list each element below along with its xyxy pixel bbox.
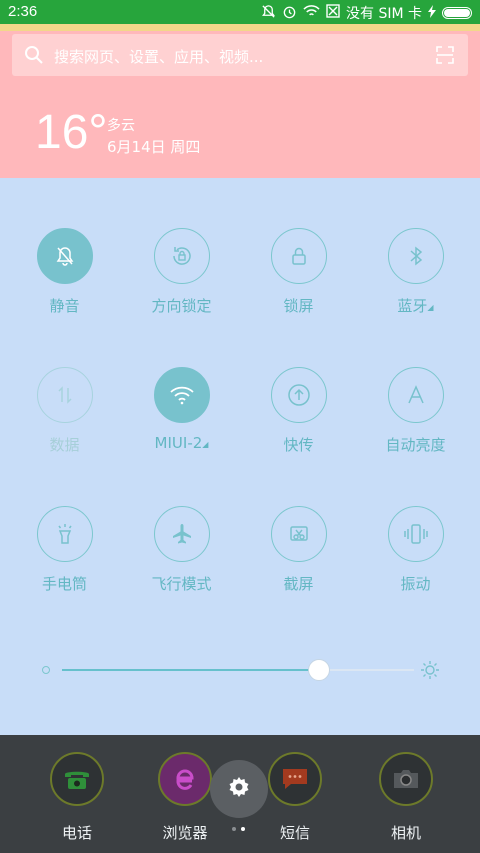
- upload-icon: [270, 367, 327, 423]
- rotation-lock-icon: [153, 228, 210, 284]
- wifi-icon: [303, 4, 320, 22]
- search-icon: [24, 45, 44, 69]
- sim-status-text: 没有 SIM 卡: [346, 6, 422, 22]
- notification-header: 搜索网页、设置、应用、视频... 16° 多云 6月14日 周四: [0, 31, 480, 178]
- toggle-label: 手电筒: [41, 575, 87, 593]
- dock-app-label: 浏览器: [162, 824, 208, 842]
- toggle-label: 静音: [49, 297, 80, 315]
- scan-icon[interactable]: [436, 46, 454, 68]
- dock-app-phone[interactable]: 电话: [27, 752, 127, 843]
- dock-app-label: 电话: [61, 824, 92, 842]
- brightness-slider-fill: [62, 669, 319, 671]
- toggle-label: 锁屏: [283, 297, 314, 315]
- airplane-icon: [153, 506, 210, 562]
- dock-app-label: 相机: [390, 824, 421, 842]
- brightness-low-icon: [42, 666, 50, 674]
- brightness-high-icon: [420, 660, 440, 684]
- toggle-airplane-mode[interactable]: 飞行模式: [123, 506, 240, 594]
- toggle-label: 方向锁定: [151, 297, 212, 315]
- dock-app-camera[interactable]: 相机: [356, 752, 456, 843]
- toggle-wifi[interactable]: MIUI-2◢: [123, 367, 240, 452]
- settings-button[interactable]: [210, 760, 268, 818]
- mute-bell-icon: [36, 228, 93, 284]
- vibrate-icon: [387, 506, 444, 562]
- sim-icon: [326, 4, 340, 22]
- toggle-flashlight[interactable]: 手电筒: [6, 506, 123, 594]
- page-indicator: [232, 827, 245, 831]
- toggle-label: 快传: [283, 436, 314, 454]
- toggle-label: 飞行模式: [151, 575, 212, 593]
- toggle-mute[interactable]: 静音: [6, 228, 123, 316]
- page-dot: [241, 827, 245, 831]
- toggle-label: 振动: [400, 575, 431, 593]
- toggle-lock-screen[interactable]: 锁屏: [240, 228, 357, 316]
- temperature[interactable]: 16°: [35, 105, 108, 160]
- auto-brightness-icon: [387, 367, 444, 423]
- toggle-label: 数据: [49, 436, 80, 454]
- lock-icon: [270, 228, 327, 284]
- flashlight-icon: [36, 506, 93, 562]
- status-icons: 没有 SIM 卡: [261, 3, 472, 23]
- alarm-icon: [282, 4, 297, 23]
- data-arrows-icon: [36, 367, 93, 423]
- camera-icon: [379, 752, 433, 806]
- menu-triangle-icon: ◢: [202, 440, 209, 449]
- toggle-rotation-lock[interactable]: 方向锁定: [123, 228, 240, 316]
- bluetooth-icon: [387, 228, 444, 284]
- charging-icon: [428, 4, 436, 22]
- message-icon: [268, 752, 322, 806]
- search-bar[interactable]: 搜索网页、设置、应用、视频...: [12, 34, 468, 76]
- wifi-icon: [153, 367, 210, 423]
- toggle-label: MIUI-2◢: [154, 434, 209, 452]
- gear-icon: [227, 775, 251, 803]
- brightness-slider-thumb[interactable]: [307, 659, 330, 681]
- toggle-data[interactable]: 数据: [6, 367, 123, 455]
- alarm-off-icon: [261, 4, 276, 23]
- toggle-screenshot[interactable]: 截屏: [240, 506, 357, 594]
- status-bar: 2:36 没有 SIM 卡: [0, 0, 480, 24]
- status-time: 2:36: [8, 3, 38, 20]
- toggle-label: 截屏: [283, 575, 314, 593]
- date: 6月14日 周四: [107, 138, 201, 156]
- toggle-quick-transfer[interactable]: 快传: [240, 367, 357, 455]
- dock-app-label: 短信: [279, 824, 310, 842]
- screenshot-icon: [270, 506, 327, 562]
- toggle-bluetooth[interactable]: 蓝牙◢: [357, 228, 474, 316]
- toggle-auto-brightness[interactable]: 自动亮度: [357, 367, 474, 455]
- page-dot: [232, 827, 236, 831]
- toggle-label: 蓝牙◢: [397, 297, 434, 315]
- search-placeholder: 搜索网页、设置、应用、视频...: [54, 48, 264, 66]
- browser-icon: [158, 752, 212, 806]
- toggle-vibrate[interactable]: 振动: [357, 506, 474, 594]
- toggle-label: 自动亮度: [385, 436, 446, 454]
- menu-triangle-icon: ◢: [427, 303, 434, 312]
- quick-settings-panel: 静音 方向锁定 锁屏 蓝牙◢ 数据 MIUI-2◢ 快传 自动亮度 手电筒 飞行…: [0, 178, 480, 735]
- brightness-slider[interactable]: [62, 659, 414, 681]
- phone-icon: [50, 752, 104, 806]
- battery-icon: [442, 7, 472, 19]
- status-divider: [0, 24, 480, 31]
- weather-condition: 多云: [107, 118, 135, 134]
